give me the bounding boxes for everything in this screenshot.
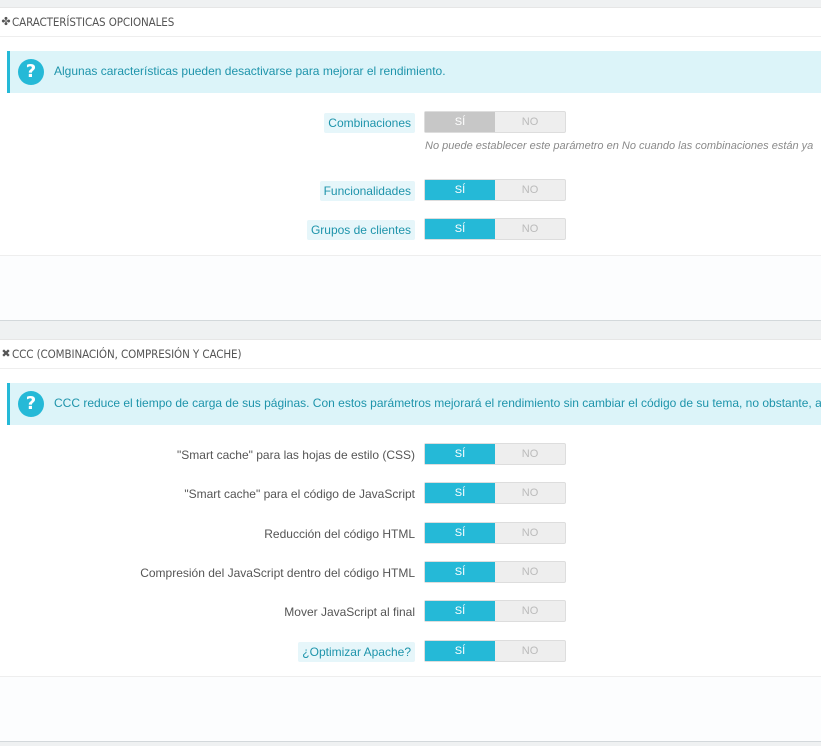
switch-yes[interactable]: SÍ	[425, 483, 495, 503]
panel-heading: ✖ CCC (COMBINACIÓN, COMPRESIÓN Y CACHE)	[0, 340, 821, 369]
features-switch[interactable]: SÍ NO	[424, 179, 566, 201]
combinations-help-text: No puede establecer este parámetro en No…	[425, 140, 814, 152]
switch-yes[interactable]: SÍ	[425, 523, 495, 543]
panel-heading: ✤ CARACTERÍSTICAS OPCIONALES	[0, 8, 821, 37]
arrows-icon: ✖	[1, 348, 11, 360]
combinations-row: Combinaciones SÍ NO	[0, 111, 821, 135]
switch-yes[interactable]: SÍ	[425, 219, 495, 239]
js-cache-switch[interactable]: SÍ NO	[424, 482, 566, 504]
switch-no[interactable]: NO	[495, 483, 565, 503]
alert-text: Algunas características pueden desactiva…	[54, 64, 446, 78]
puzzle-icon: ✤	[1, 16, 11, 28]
combinations-label[interactable]: Combinaciones	[324, 113, 415, 133]
js-footer-switch[interactable]: SÍ NO	[424, 600, 566, 622]
switch-no[interactable]: NO	[495, 180, 565, 200]
alert-text: CCC reduce el tiempo de carga de sus pág…	[54, 396, 821, 410]
customer-groups-label[interactable]: Grupos de clientes	[306, 220, 415, 240]
apache-switch[interactable]: SÍ NO	[424, 640, 566, 662]
switch-no[interactable]: NO	[495, 641, 565, 661]
apache-label[interactable]: ¿Optimizar Apache?	[298, 642, 415, 662]
apache-row: ¿Optimizar Apache? SÍ NO	[0, 640, 821, 664]
switch-yes[interactable]: SÍ	[425, 601, 495, 621]
css-cache-switch[interactable]: SÍ NO	[424, 443, 566, 465]
panel-title: CARACTERÍSTICAS OPCIONALES	[12, 15, 175, 29]
switch-no[interactable]: NO	[495, 601, 565, 621]
panel-footer	[0, 255, 821, 320]
panel-title: CCC (COMBINACIÓN, COMPRESIÓN Y CACHE)	[12, 347, 242, 361]
customer-groups-row: Grupos de clientes SÍ NO	[0, 218, 821, 242]
js-compress-row: Compresión del JavaScript dentro del cód…	[0, 561, 821, 585]
optional-features-panel: ✤ CARACTERÍSTICAS OPCIONALES ? Algunas c…	[0, 7, 821, 321]
question-icon: ?	[18, 391, 44, 417]
switch-yes[interactable]: SÍ	[425, 180, 495, 200]
html-min-switch[interactable]: SÍ NO	[424, 522, 566, 544]
js-cache-row: "Smart cache" para el código de JavaScri…	[0, 482, 821, 506]
info-alert: ? Algunas características pueden desacti…	[7, 51, 821, 93]
features-row: Funcionalidades SÍ NO	[0, 179, 821, 203]
switch-yes[interactable]: SÍ	[425, 641, 495, 661]
js-compress-label: Compresión del JavaScript dentro del cód…	[140, 566, 415, 580]
switch-no[interactable]: NO	[495, 219, 565, 239]
switch-yes[interactable]: SÍ	[425, 112, 495, 132]
js-footer-row: Mover JavaScript al final SÍ NO	[0, 600, 821, 624]
js-cache-label: "Smart cache" para el código de JavaScri…	[184, 487, 415, 501]
customer-groups-switch[interactable]: SÍ NO	[424, 218, 566, 240]
css-cache-label: "Smart cache" para las hojas de estilo (…	[177, 448, 415, 462]
switch-no[interactable]: NO	[495, 112, 565, 132]
question-icon: ?	[18, 59, 44, 85]
info-alert: ? CCC reduce el tiempo de carga de sus p…	[7, 383, 821, 425]
html-min-row: Reducción del código HTML SÍ NO	[0, 522, 821, 546]
switch-yes[interactable]: SÍ	[425, 562, 495, 582]
js-compress-switch[interactable]: SÍ NO	[424, 561, 566, 583]
html-min-label: Reducción del código HTML	[264, 527, 415, 541]
switch-no[interactable]: NO	[495, 444, 565, 464]
switch-no[interactable]: NO	[495, 523, 565, 543]
js-footer-label: Mover JavaScript al final	[284, 605, 415, 619]
combinations-switch[interactable]: SÍ NO	[424, 111, 566, 133]
panel-footer	[0, 676, 821, 741]
ccc-panel: ✖ CCC (COMBINACIÓN, COMPRESIÓN Y CACHE) …	[0, 339, 821, 742]
features-label[interactable]: Funcionalidades	[319, 181, 415, 201]
css-cache-row: "Smart cache" para las hojas de estilo (…	[0, 443, 821, 467]
switch-no[interactable]: NO	[495, 562, 565, 582]
switch-yes[interactable]: SÍ	[425, 444, 495, 464]
